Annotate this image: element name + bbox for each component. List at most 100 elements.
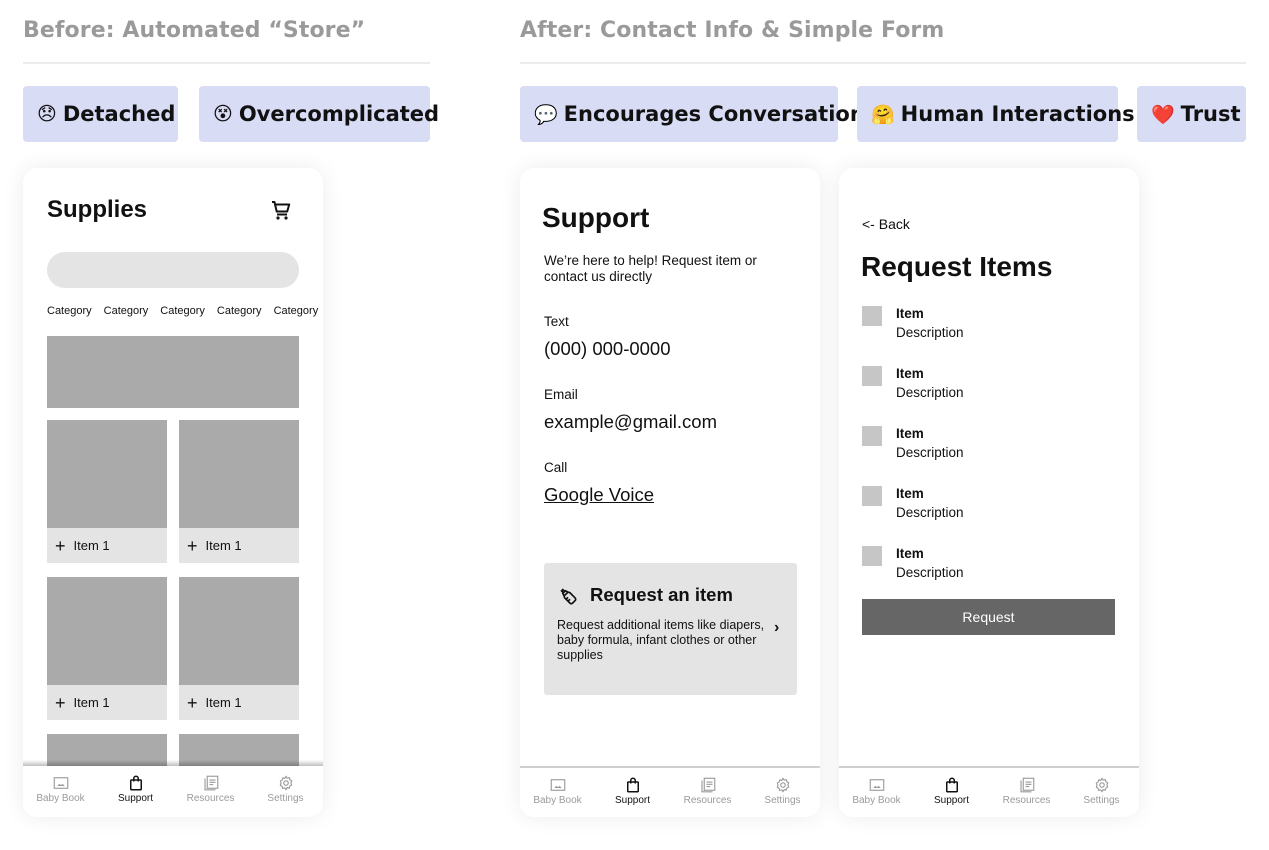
tab-label: Baby Book [852, 795, 901, 806]
shopping-bag-icon [945, 777, 958, 793]
item-description: Description [896, 325, 964, 340]
tag-label: Overcomplicated [238, 102, 440, 126]
tag-encourages-conversation: 💬 Encourages Conversation [520, 86, 865, 142]
page-title: Support [542, 202, 650, 233]
request-items-screen: <- Back Request Items Item Description I… [839, 168, 1139, 817]
chevron-right-icon: › [774, 619, 780, 636]
tag-label: Trust [1180, 102, 1241, 126]
category-tab[interactable]: Category [217, 305, 262, 317]
product-image [47, 577, 167, 685]
tab-resources[interactable]: Resources [989, 768, 1064, 817]
item-checkbox[interactable] [862, 306, 882, 326]
category-tab[interactable]: Category [274, 305, 319, 317]
list-item: Item Description [862, 306, 1112, 346]
banner-image[interactable] [47, 336, 299, 408]
google-voice-link[interactable]: Google Voice [544, 484, 654, 506]
tab-label: Baby Book [36, 793, 85, 804]
tab-baby-book[interactable]: Baby Book [23, 766, 98, 817]
tab-settings[interactable]: Settings [745, 768, 820, 817]
list-item: Item Description [862, 366, 1112, 406]
page-title: Supplies [47, 196, 148, 223]
gear-icon [776, 777, 789, 793]
product-label: Item 1 [73, 695, 110, 710]
request-card-title: Request an item [590, 584, 733, 605]
contact-label: Call [544, 460, 568, 475]
category-tab[interactable]: Category [47, 305, 92, 317]
list-item: Item Description [862, 546, 1112, 586]
tab-label: Resources [186, 793, 235, 804]
back-link[interactable]: <- Back [862, 216, 910, 232]
tab-settings[interactable]: Settings [248, 766, 323, 817]
support-screen: Support We’re here to help! Request item… [520, 168, 820, 817]
product-card[interactable]: + Item 1 [179, 577, 299, 720]
tag-overcomplicated: 😵 Overcomplicated [199, 86, 439, 142]
contact-label: Text [544, 314, 569, 329]
tag-detached: 😞 Detached [23, 86, 178, 142]
item-name: Item [896, 306, 924, 321]
gear-icon [1095, 777, 1108, 793]
product-card[interactable]: + Item 1 [47, 420, 167, 563]
hugging-face-icon: 🤗 [871, 103, 895, 126]
plus-icon[interactable]: + [55, 694, 66, 712]
cart-icon[interactable] [269, 198, 293, 222]
request-item-card[interactable]: Request an item Request additional items… [544, 563, 797, 695]
documents-icon [700, 777, 715, 793]
request-button[interactable]: Request [862, 599, 1115, 635]
tab-support[interactable]: Support [914, 768, 989, 817]
tab-settings[interactable]: Settings [1064, 768, 1139, 817]
email-address[interactable]: example@gmail.com [544, 411, 717, 433]
tab-support[interactable]: Support [595, 768, 670, 817]
tab-label: Settings [267, 793, 304, 804]
tag-label: Encourages Conversation [563, 102, 865, 126]
tag-trust: ❤️ Trust [1137, 86, 1246, 142]
category-tab[interactable]: Category [104, 305, 149, 317]
heart-icon: ❤️ [1151, 103, 1175, 126]
phone-number[interactable]: (000) 000-0000 [544, 338, 671, 360]
product-image [179, 577, 299, 685]
item-checkbox[interactable] [862, 366, 882, 386]
after-heading: After: Contact Info & Simple Form [520, 18, 945, 43]
plus-icon[interactable]: + [187, 537, 198, 555]
item-name: Item [896, 366, 924, 381]
search-input[interactable] [47, 252, 299, 288]
tab-support[interactable]: Support [98, 766, 173, 817]
product-image [179, 420, 299, 528]
tab-label: Support [614, 795, 651, 806]
product-label: Item 1 [205, 538, 242, 553]
tab-bar: Baby Book Support Resources Settings [839, 766, 1139, 817]
product-card[interactable]: + Item 1 [47, 577, 167, 720]
contact-label: Email [544, 387, 578, 402]
tab-label: Support [933, 795, 970, 806]
item-checkbox[interactable] [862, 426, 882, 446]
category-tabs: Category Category Category Category Cate… [47, 305, 318, 317]
tab-bar: Baby Book Support Resources Settings [23, 766, 323, 817]
item-description: Description [896, 505, 964, 520]
item-description: Description [896, 385, 964, 400]
tab-resources[interactable]: Resources [670, 768, 745, 817]
baby-bottle-icon [560, 588, 577, 605]
product-image [47, 420, 167, 528]
item-checkbox[interactable] [862, 546, 882, 566]
tab-label: Resources [683, 795, 732, 806]
item-checkbox[interactable] [862, 486, 882, 506]
category-tab[interactable]: Category [160, 305, 205, 317]
tab-baby-book[interactable]: Baby Book [520, 768, 595, 817]
tab-bar: Baby Book Support Resources Settings [520, 766, 820, 817]
product-card[interactable]: + Item 1 [179, 420, 299, 563]
plus-icon[interactable]: + [187, 694, 198, 712]
tag-human-interactions: 🤗 Human Interactions [857, 86, 1135, 142]
supplies-screen: Supplies Category Category Category Cate… [23, 168, 323, 817]
tag-label: Detached [62, 102, 176, 126]
disappointed-face-icon: 😞 [37, 103, 57, 125]
shopping-bag-icon [129, 775, 142, 791]
documents-icon [1019, 777, 1034, 793]
product-label: Item 1 [73, 538, 110, 553]
speech-bubble-icon: 💬 [534, 103, 558, 126]
divider [520, 62, 1246, 64]
plus-icon[interactable]: + [55, 537, 66, 555]
tab-label: Baby Book [533, 795, 582, 806]
tab-resources[interactable]: Resources [173, 766, 248, 817]
tab-baby-book[interactable]: Baby Book [839, 768, 914, 817]
page-title: Request Items [861, 251, 1053, 282]
gear-icon [279, 775, 292, 791]
